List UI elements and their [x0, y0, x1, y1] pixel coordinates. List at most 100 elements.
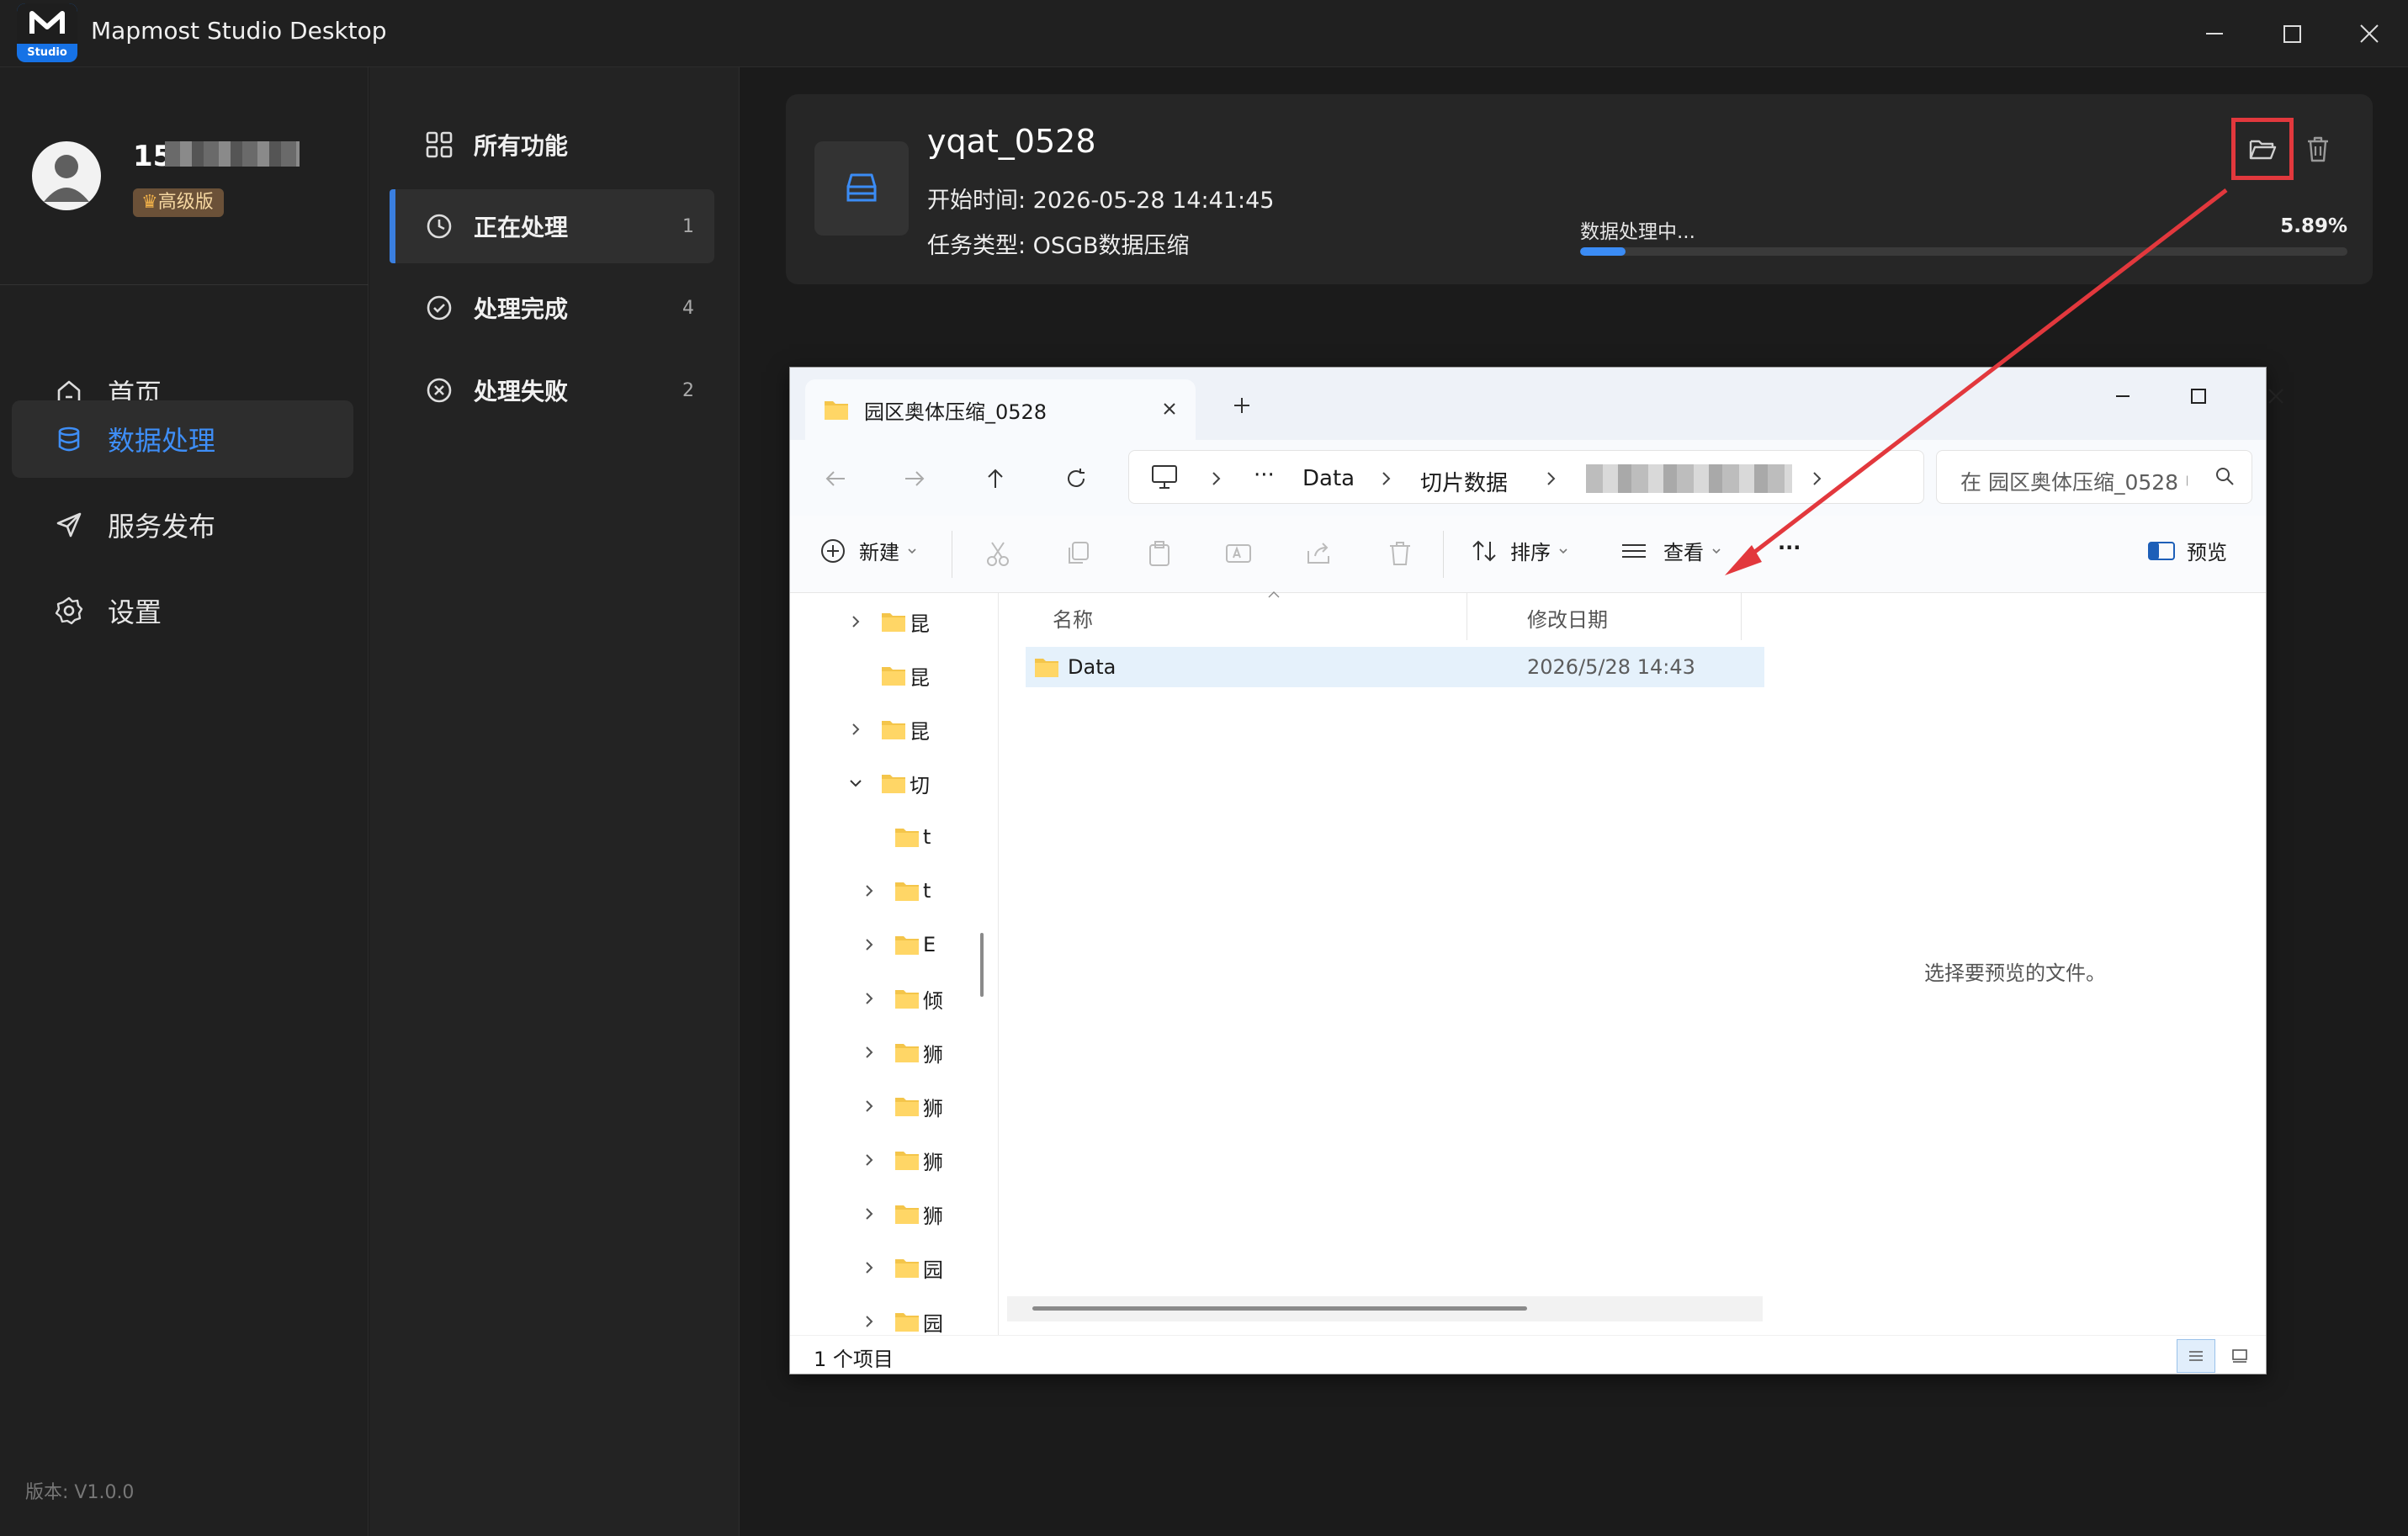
avatar[interactable]: [32, 141, 101, 210]
chevron-right-icon[interactable]: [861, 1152, 894, 1168]
send-icon: [54, 510, 84, 540]
filter-all-functions[interactable]: 所有功能: [390, 108, 714, 182]
view-list-icon: [1620, 537, 1648, 565]
file-explorer-window: 园区奥体压缩_0528 ··· Data 切片数据 在 园区奥体压缩_0528 …: [789, 367, 2283, 1374]
address-bar[interactable]: ··· Data 切片数据: [1128, 450, 1924, 504]
filter-count: 1: [682, 215, 694, 237]
explorer-tab[interactable]: 园区奥体压缩_0528: [805, 379, 1196, 440]
filter-completed[interactable]: 处理完成 4: [390, 271, 714, 345]
chevron-right-icon[interactable]: [861, 1205, 894, 1222]
tree-item-label: t: [923, 825, 931, 849]
computer-icon: [1149, 463, 1180, 491]
tree-item[interactable]: 园: [861, 1305, 943, 1338]
delete-icon[interactable]: [1386, 539, 1414, 568]
folder-icon: [894, 1095, 920, 1117]
chevron-right-icon[interactable]: [847, 721, 881, 738]
details-view-button[interactable]: [2177, 1339, 2215, 1373]
refresh-button[interactable]: [1058, 460, 1095, 497]
plan-badge: ♛高级版: [133, 188, 224, 217]
username-redacted: [165, 141, 300, 167]
horizontal-scrollbar[interactable]: [1032, 1306, 1527, 1311]
breadcrumb-data[interactable]: Data: [1302, 466, 1355, 491]
command-bar: 新建 排序 查看 ··· 预览: [790, 516, 2266, 593]
tree-item[interactable]: 倾: [861, 982, 943, 1015]
check-circle-icon: [425, 294, 453, 322]
minimize-button[interactable]: [2193, 12, 2236, 56]
folder-icon: [881, 772, 906, 794]
paste-icon[interactable]: [1145, 539, 1174, 568]
explorer-maximize-button[interactable]: [2173, 379, 2224, 413]
explorer-tabbar: 园区奥体压缩_0528 ··· Data 切片数据 在 园区奥体压缩_0528: [790, 368, 2283, 516]
close-button[interactable]: [2347, 12, 2391, 56]
navigation-pane: 昆明昆明昆明切片ttE倾狮狮狮狮园园: [790, 593, 999, 1337]
tree-item[interactable]: 昆明: [847, 712, 930, 746]
column-header-modified[interactable]: 修改日期: [1527, 603, 1608, 633]
table-row[interactable]: Data 2026/5/28 14:43: [1026, 647, 1798, 687]
tree-item[interactable]: 切片: [847, 766, 930, 800]
breadcrumb-slice-data[interactable]: 切片数据: [1420, 466, 1508, 497]
file-list: 名称 修改日期 Data 2026/5/28 14:43: [1000, 591, 1798, 1337]
version-label: 版本: V1.0.0: [25, 1482, 135, 1503]
folder-icon: [894, 1311, 920, 1332]
maximize-button[interactable]: [2270, 12, 2314, 56]
delete-task-button[interactable]: [2289, 119, 2347, 178]
title-bar: Studio Mapmost Studio Desktop: [0, 0, 2408, 67]
chevron-right-icon[interactable]: [861, 1259, 894, 1276]
tree-item[interactable]: t: [861, 874, 943, 908]
chevron-right-icon[interactable]: [861, 990, 894, 1007]
task-filter-panel: 所有功能 正在处理 1 处理完成 4 处理失败 2: [369, 67, 740, 1536]
refresh-icon: [1063, 466, 1089, 491]
filter-processing[interactable]: 正在处理 1: [390, 189, 714, 263]
tree-item[interactable]: t: [861, 820, 943, 854]
filter-label: 处理完成: [474, 295, 569, 323]
tree-item[interactable]: 狮: [861, 1143, 943, 1177]
tree-item[interactable]: 昆明: [847, 659, 930, 692]
nav-item-data-processing[interactable]: 数据处理: [12, 400, 353, 478]
tree-item[interactable]: 狮: [861, 1035, 943, 1069]
folder-icon: [824, 399, 849, 421]
new-tab-button[interactable]: [1228, 391, 1256, 420]
rename-icon[interactable]: [1224, 539, 1253, 568]
thumbnails-view-button[interactable]: [2220, 1339, 2259, 1373]
preview-pane-button[interactable]: 预览: [2146, 536, 2227, 565]
sort-button[interactable]: 排序: [1470, 536, 1569, 565]
filter-failed[interactable]: 处理失败 2: [390, 353, 714, 427]
app-logo: Studio: [17, 3, 77, 62]
new-button[interactable]: 新建: [819, 536, 918, 565]
file-modified: 2026/5/28 14:43: [1527, 655, 1695, 679]
forward-button[interactable]: [896, 460, 933, 497]
chevron-right-icon[interactable]: [847, 613, 881, 630]
explorer-minimize-button[interactable]: [2098, 379, 2148, 413]
column-header-name[interactable]: 名称: [1053, 603, 1093, 633]
chevron-right-icon[interactable]: [861, 882, 894, 899]
view-button[interactable]: 查看: [1620, 536, 1722, 565]
search-input[interactable]: 在 园区奥体压缩_0528 中搜索: [1936, 450, 2252, 504]
tree-item[interactable]: 昆明: [847, 605, 930, 638]
nav-scrollbar[interactable]: [980, 933, 984, 997]
nav-label: 设置: [108, 596, 162, 628]
ellipsis-icon[interactable]: ···: [1254, 463, 1275, 488]
tree-item[interactable]: 狮: [861, 1197, 943, 1231]
arrow-right-icon: [902, 466, 927, 491]
nav-item-settings[interactable]: 设置: [12, 572, 353, 649]
active-indicator: [390, 189, 395, 263]
chevron-right-icon[interactable]: [861, 1098, 894, 1115]
copy-icon[interactable]: [1064, 539, 1093, 568]
column-separator[interactable]: [1741, 593, 1742, 640]
chevron-right-icon[interactable]: [861, 936, 894, 953]
tree-item[interactable]: E: [861, 928, 943, 961]
cut-icon[interactable]: [984, 539, 1012, 568]
tree-item-label: 狮: [923, 1042, 943, 1067]
share-icon[interactable]: [1305, 539, 1334, 568]
tab-close-icon[interactable]: [1157, 396, 1182, 421]
tree-item[interactable]: 园: [861, 1251, 943, 1284]
chevron-right-icon[interactable]: [861, 1313, 894, 1330]
more-options-button[interactable]: ···: [1778, 536, 1801, 559]
back-button[interactable]: [817, 460, 854, 497]
nav-item-publish[interactable]: 服务发布: [12, 486, 353, 564]
tree-item[interactable]: 狮: [861, 1089, 943, 1123]
chevron-right-icon[interactable]: [861, 1044, 894, 1061]
up-button[interactable]: [977, 460, 1014, 497]
explorer-close-button[interactable]: [2251, 379, 2301, 413]
chevron-down-icon[interactable]: [847, 775, 881, 792]
